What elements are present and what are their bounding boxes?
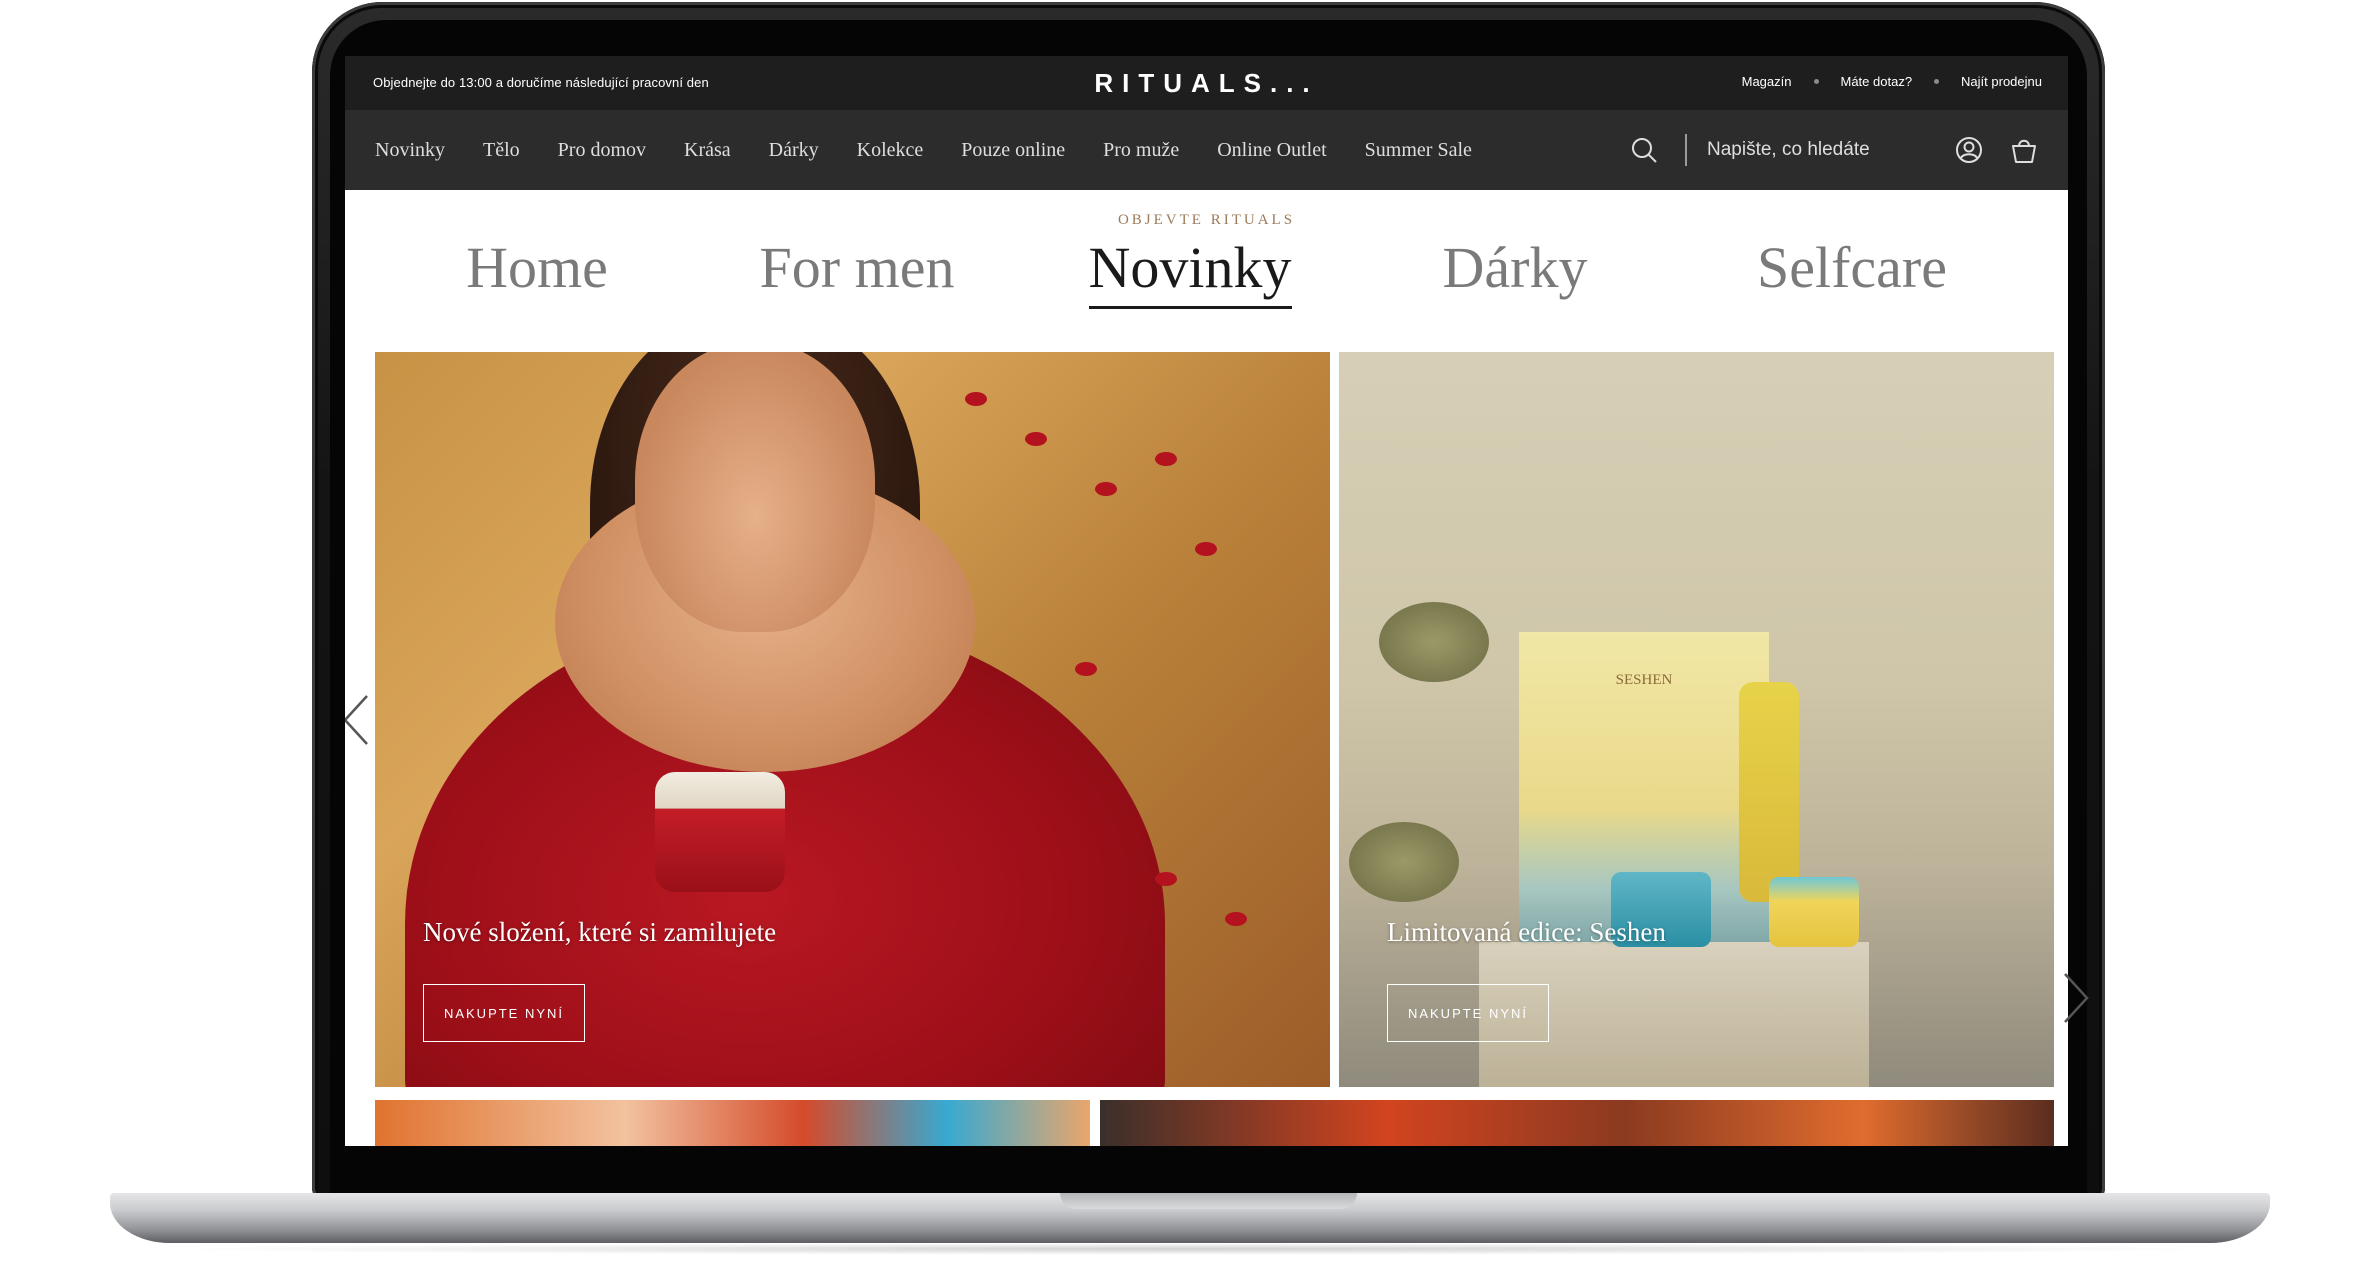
top-bar: Objednejte do 13:00 a doručíme následují… xyxy=(345,56,2068,110)
nav-item-pro-domov[interactable]: Pro domov xyxy=(558,139,646,162)
woman-photo-face xyxy=(635,352,875,632)
seshen-spray-bottle xyxy=(1739,682,1799,902)
discover-label: OBJEVTE RITUALS xyxy=(1117,212,1296,228)
tab-darky[interactable]: Dárky xyxy=(1365,234,1665,301)
shop-now-button[interactable]: NAKUPTE NYNÍ xyxy=(1387,984,1549,1042)
rose-petal xyxy=(1075,662,1097,676)
card-title: Limitovaná edice: Seshen xyxy=(1387,917,1666,947)
category-tabs: Home For men Novinky Dárky Selfcare xyxy=(345,234,2068,314)
next-row-card-left[interactable] xyxy=(375,1100,1090,1146)
top-link-question[interactable]: Máte dotaz? xyxy=(1841,74,1913,89)
separator-dot xyxy=(1934,79,1940,84)
seshen-jar-yellow xyxy=(1769,877,1859,947)
account-icon[interactable] xyxy=(1955,136,1983,164)
search-separator xyxy=(1685,134,1687,166)
rose-petal xyxy=(1195,542,1217,556)
nav-item-pouze-online[interactable]: Pouze online xyxy=(961,139,1065,162)
laptop-shadow xyxy=(150,1243,2230,1255)
rose-petal xyxy=(1155,872,1177,886)
laptop-notch xyxy=(1060,1193,1357,1209)
next-row-card-right[interactable] xyxy=(1100,1100,2054,1146)
nav-item-novinky[interactable]: Novinky xyxy=(375,139,445,162)
lotus-leaf xyxy=(1349,822,1459,902)
promo-card-body-cream[interactable]: Nové složení, které si zamilujete NAKUPT… xyxy=(375,352,1330,1087)
separator-dot xyxy=(1813,79,1819,84)
tab-for-men[interactable]: For men xyxy=(707,234,1007,301)
tab-novinky[interactable]: Novinky xyxy=(1040,234,1340,309)
search-icon[interactable] xyxy=(1630,136,1658,164)
nav-item-telo[interactable]: Tělo xyxy=(483,139,520,162)
tab-darky-label: Dárky xyxy=(1442,235,1588,300)
main-navigation: Novinky Tělo Pro domov Krása Dárky Kolek… xyxy=(345,110,2068,190)
product-jar-photo xyxy=(655,772,785,892)
nav-item-pro-muze[interactable]: Pro muže xyxy=(1103,139,1179,162)
tab-selfcare[interactable]: Selfcare xyxy=(1702,234,2002,301)
tab-novinky-label: Novinky xyxy=(1088,235,1292,309)
chevron-left-icon[interactable] xyxy=(345,690,377,750)
top-link-store-finder[interactable]: Najít prodejnu xyxy=(1961,74,2042,89)
nav-item-krasa[interactable]: Krása xyxy=(684,139,731,162)
nav-item-summer-sale[interactable]: Summer Sale xyxy=(1365,139,1472,162)
top-links: Magazín Máte dotaz? Najít prodejnu xyxy=(1742,74,2042,89)
nav-item-darky[interactable]: Dárky xyxy=(769,139,819,162)
rose-petal xyxy=(1225,912,1247,926)
nav-item-kolekce[interactable]: Kolekce xyxy=(857,139,924,162)
rose-petal xyxy=(1095,482,1117,496)
nav-item-online-outlet[interactable]: Online Outlet xyxy=(1217,139,1326,162)
rose-petal xyxy=(1025,432,1047,446)
tab-selfcare-label: Selfcare xyxy=(1757,235,1947,300)
nav-menu: Novinky Tělo Pro domov Krása Dárky Kolek… xyxy=(375,110,1510,190)
shop-now-button[interactable]: NAKUPTE NYNÍ xyxy=(423,984,585,1042)
tab-home-label: Home xyxy=(466,235,608,300)
top-link-magazine[interactable]: Magazín xyxy=(1742,74,1792,89)
promo-card-seshen[interactable]: SESHEN Limitovaná edice: Seshen NAKUPTE … xyxy=(1339,352,2054,1087)
rose-petal xyxy=(965,392,987,406)
chevron-right-icon[interactable] xyxy=(2055,968,2095,1028)
tab-home[interactable]: Home xyxy=(387,234,687,301)
rose-petal xyxy=(1155,452,1177,466)
tab-for-men-label: For men xyxy=(759,235,955,300)
search-input[interactable] xyxy=(1707,132,1957,168)
card-title: Nové složení, které si zamilujete xyxy=(423,917,777,947)
browser-screen: Objednejte do 13:00 a doručíme následují… xyxy=(345,56,2068,1146)
shopping-bag-icon[interactable] xyxy=(2010,136,2038,164)
seshen-box-label: SESHEN xyxy=(1615,672,1673,688)
lotus-leaf xyxy=(1379,602,1489,682)
